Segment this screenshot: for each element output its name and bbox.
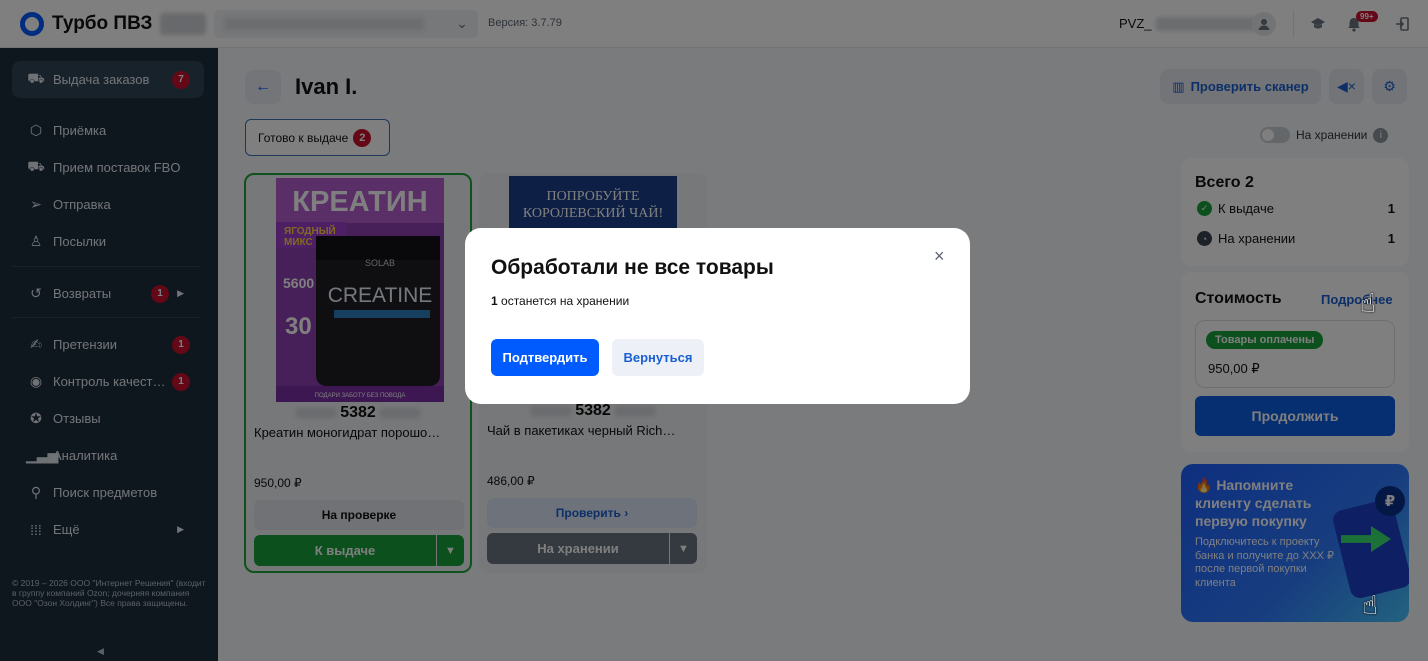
- dialog-text: 1 останется на хранении: [491, 294, 630, 308]
- dialog-title: Обработали не все товары: [491, 256, 774, 279]
- return-button[interactable]: Вернуться: [612, 339, 704, 376]
- close-icon[interactable]: ×: [934, 246, 945, 267]
- hand-cursor-icon: ☝: [1362, 590, 1378, 620]
- hand-cursor-icon: ☝: [1360, 288, 1376, 318]
- confirm-button[interactable]: Подтвердить: [491, 339, 599, 376]
- confirm-dialog: × Обработали не все товары 1 останется н…: [465, 228, 970, 404]
